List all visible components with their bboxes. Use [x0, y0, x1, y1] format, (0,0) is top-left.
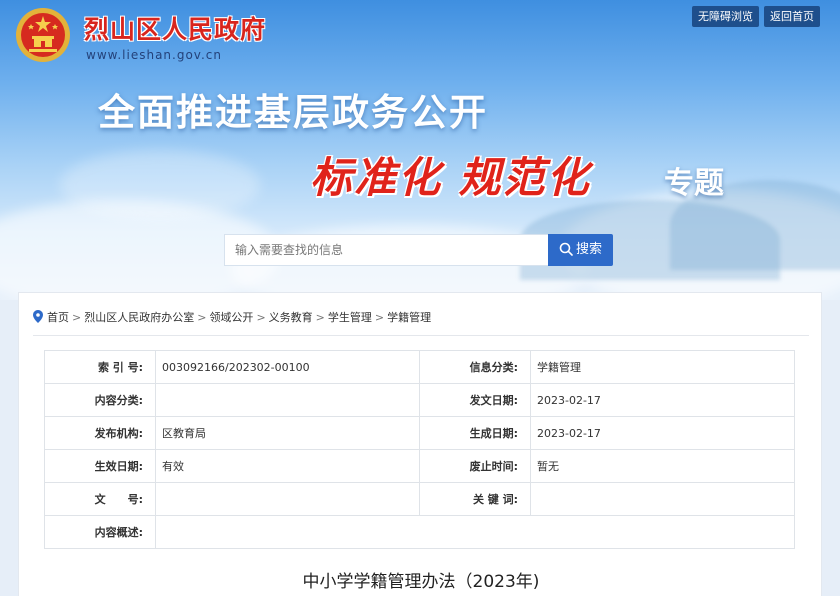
breadcrumb-item[interactable]: 学生管理 [328, 311, 372, 324]
banner-headline: 全面推进基层政务公开 [98, 91, 488, 134]
breadcrumb-separator: > [197, 311, 207, 324]
breadcrumb-item[interactable]: 烈山区人民政府办公室 [84, 311, 194, 324]
banner-subheadline-white: 专题 [664, 166, 724, 201]
breadcrumb-item[interactable]: 领域公开 [209, 311, 253, 324]
breadcrumb-item[interactable]: 首页 [47, 311, 69, 324]
meta-value: 有效 [155, 449, 420, 483]
breadcrumb-separator: > [374, 311, 385, 324]
meta-value: 学籍管理 [530, 350, 795, 384]
breadcrumb-item[interactable]: 义务教育 [269, 311, 313, 324]
breadcrumb: 首页 > 烈山区人民政府办公室 > 领域公开 > 义务教育 > 学生管理 > 学籍管理 [33, 309, 431, 325]
cloud-decoration [60, 150, 260, 220]
meta-value: 暂无 [530, 449, 795, 483]
divider [33, 335, 809, 336]
meta-label: 生成日期: [419, 416, 531, 450]
search-button-label: 搜索 [575, 242, 602, 257]
breadcrumb-separator: > [315, 311, 325, 324]
meta-label: 内容概述: [44, 515, 156, 549]
national-emblem-icon[interactable] [14, 6, 72, 64]
meta-label: 发布机构: [44, 416, 156, 450]
meta-label: 关 键 词: [419, 482, 531, 516]
meta-label: 内容分类: [44, 383, 156, 417]
meta-label: 生效日期: [44, 449, 156, 483]
meta-value [155, 515, 795, 549]
meta-value: 2023-02-17 [530, 383, 795, 417]
meta-label: 发文日期: [419, 383, 531, 417]
search-input[interactable]: 输入需要查找的信息 [224, 234, 549, 266]
table-row: 内容概述: [44, 515, 795, 549]
table-row: 文 号: 关 键 词: [44, 482, 795, 516]
meta-value [155, 482, 420, 516]
search-button[interactable]: 搜索 [548, 234, 613, 266]
search-icon [559, 242, 573, 256]
meta-value: 2023-02-17 [530, 416, 795, 450]
meta-label: 废止时间: [419, 449, 531, 483]
accessibility-button[interactable]: 无障碍浏览 [692, 6, 759, 27]
document-title: 中小学学籍管理办法（2023年) [302, 572, 540, 592]
meta-label: 索 引 号: [44, 350, 156, 384]
header-banner: 烈山区人民政府 www.lieshan.gov.cn 无障碍浏览 返回首页 全面… [0, 0, 840, 300]
document-metadata-table: 索 引 号: 003092166/202302-00100 信息分类: 学籍管理… [44, 350, 795, 549]
breadcrumb-separator: > [256, 311, 266, 324]
home-button[interactable]: 返回首页 [764, 6, 820, 27]
breadcrumb-separator: > [72, 311, 82, 324]
meta-value: 区教育局 [155, 416, 420, 450]
location-pin-icon [33, 310, 43, 323]
site-url: www.lieshan.gov.cn [86, 48, 222, 62]
banner-subheadline-red: 标准化 规范化 [310, 153, 591, 202]
site-name[interactable]: 烈山区人民政府 [84, 10, 266, 46]
meta-value [530, 482, 795, 516]
meta-label: 信息分类: [419, 350, 531, 384]
content-panel: 首页 > 烈山区人民政府办公室 > 领域公开 > 义务教育 > 学生管理 > 学籍管理 索 引 号:… [18, 292, 822, 596]
table-row: 发布机构: 区教育局 生成日期: 2023-02-17 [44, 416, 795, 450]
meta-label: 文 号: [44, 482, 156, 516]
meta-value: 003092166/202302-00100 [155, 350, 420, 384]
breadcrumb-item[interactable]: 学籍管理 [387, 311, 431, 324]
table-row: 生效日期: 有效 废止时间: 暂无 [44, 449, 795, 483]
table-row: 索 引 号: 003092166/202302-00100 信息分类: 学籍管理 [44, 350, 795, 384]
table-row: 内容分类: 发文日期: 2023-02-17 [44, 383, 795, 417]
meta-value [155, 383, 420, 417]
